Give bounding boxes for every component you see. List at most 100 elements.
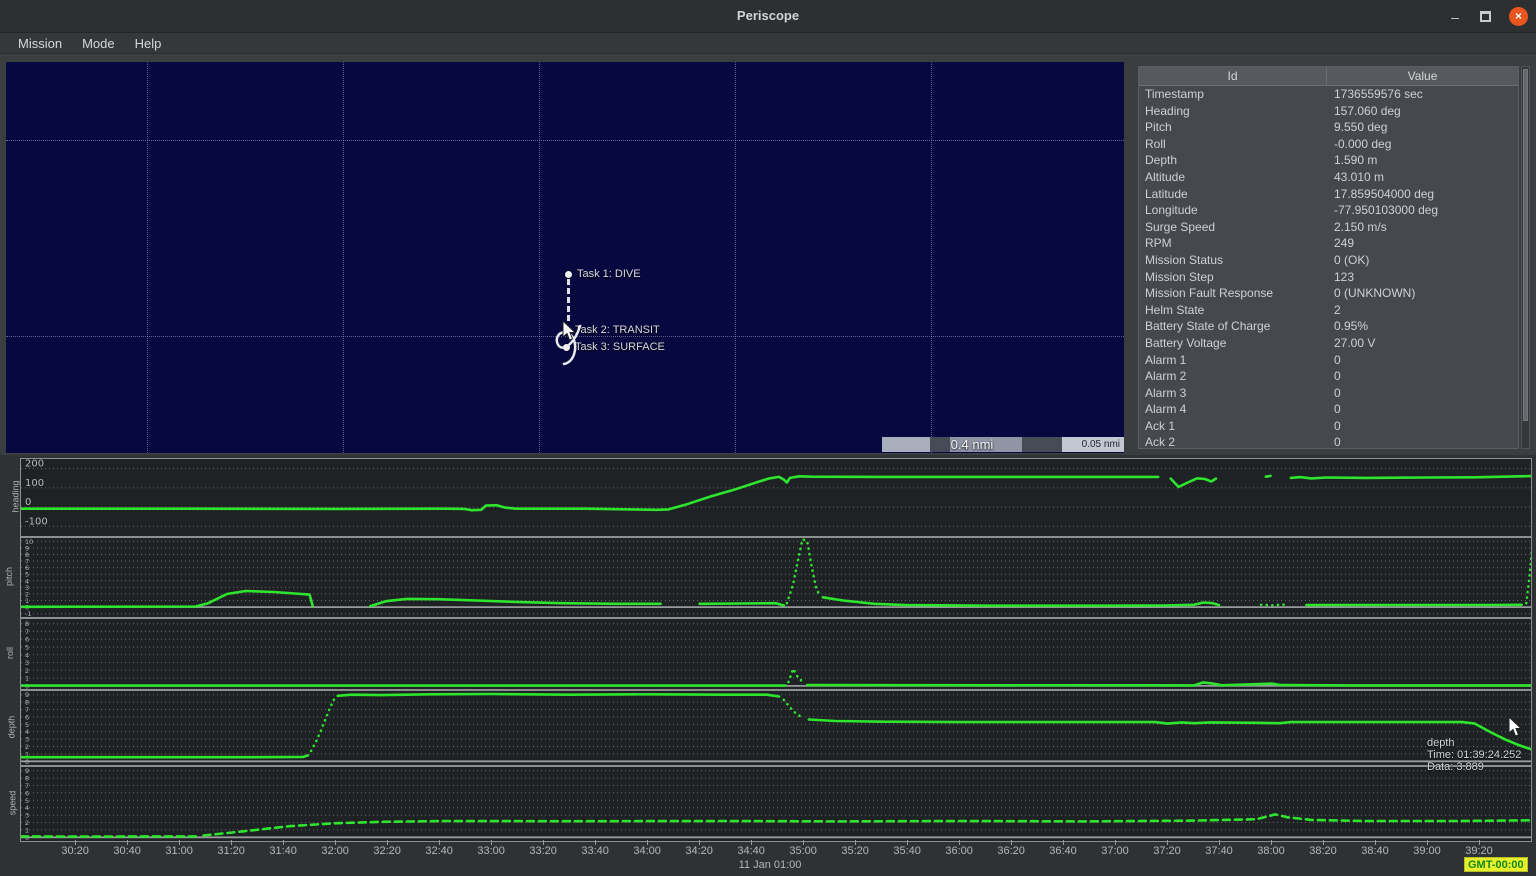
trace-segment: [202, 813, 1533, 837]
y-tick-label: 0: [25, 497, 31, 508]
x-tick-label: 32:00: [321, 845, 349, 857]
table-row[interactable]: Mission Status 0 (OK): [1139, 252, 1518, 269]
row-value-cell: 2: [1334, 302, 1341, 317]
row-id-cell: Heading: [1145, 103, 1190, 118]
menu-mode[interactable]: Mode: [72, 36, 125, 51]
plot-roll[interactable]: 876543210: [19, 618, 1533, 690]
table-row[interactable]: Altitude 43.010 m: [1139, 169, 1518, 186]
x-tick-label: 38:00: [1257, 845, 1285, 857]
table-row[interactable]: Ack 1 0: [1139, 418, 1518, 435]
table-row[interactable]: Battery State of Charge 0.95%: [1139, 318, 1518, 335]
table-row[interactable]: Roll -0.000 deg: [1139, 136, 1518, 153]
table-row[interactable]: Heading 157.060 deg: [1139, 103, 1518, 120]
trace-segment: [787, 667, 806, 685]
row-value-cell: 0 (UNKNOWN): [1334, 286, 1416, 301]
x-tick-label: 35:20: [841, 845, 869, 857]
trace-segment: [805, 681, 1533, 687]
row-id-cell: Alarm 3: [1145, 385, 1187, 400]
table-row[interactable]: Ack 2 0: [1139, 434, 1518, 448]
trace-segment: [369, 597, 662, 608]
column-header-value[interactable]: Value: [1327, 67, 1518, 85]
y-tick-label: 100: [25, 478, 44, 489]
x-tick-label: 37:00: [1101, 845, 1129, 857]
row-id-cell: Battery Voltage: [1145, 335, 1227, 350]
x-tick-label: 31:40: [269, 845, 297, 857]
y-tick-label: 200: [25, 459, 44, 470]
table-row[interactable]: Helm State 2: [1139, 302, 1518, 319]
table-row[interactable]: Alarm 1 0: [1139, 352, 1518, 369]
ylabel-pitch: pitch: [4, 566, 15, 587]
menu-bar: Mission Mode Help: [0, 33, 1536, 54]
table-row[interactable]: RPM 249: [1139, 235, 1518, 252]
plot-depth[interactable]: 9876543210: [19, 690, 1534, 766]
time-axis: 11 Jan 01:00 30:20 30:40 31:00 31:20 31:40 32…: [0, 840, 1536, 876]
telemetry-table[interactable]: Id Value Timestamp 1736559576 sec Heading 1…: [1138, 66, 1519, 449]
x-tick-label: 38:20: [1309, 845, 1337, 857]
y-tick-label: 7: [25, 628, 29, 636]
task-connector-line: [567, 279, 570, 321]
ylabel-speed: speed: [7, 790, 18, 816]
x-tick-label: 31:00: [165, 845, 193, 857]
table-row[interactable]: Mission Fault Response 0 (UNKNOWN): [1139, 285, 1518, 302]
task-marker-dive[interactable]: Task 1: DIVE: [565, 268, 641, 280]
table-row[interactable]: Longitude -77.950103000 deg: [1139, 202, 1518, 219]
row-id-cell: Longitude: [1145, 203, 1198, 218]
trace-segment: [19, 754, 310, 759]
x-tick-label: 33:40: [581, 845, 609, 857]
title-bar: Periscope – ×: [0, 0, 1536, 33]
row-value-cell: 1.590 m: [1334, 153, 1378, 168]
x-tick-label: 31:20: [217, 845, 245, 857]
x-tick-label: 39:20: [1465, 845, 1493, 857]
table-row[interactable]: Alarm 3 0: [1139, 385, 1518, 402]
map-gridline: [931, 62, 932, 453]
table-row[interactable]: Surge Speed 2.150 m/s: [1139, 219, 1518, 236]
table-row[interactable]: Timestamp 1736559576 sec: [1139, 86, 1518, 103]
table-row[interactable]: Pitch 9.550 deg: [1139, 119, 1518, 136]
menu-mission[interactable]: Mission: [8, 36, 72, 51]
close-button[interactable]: ×: [1509, 7, 1528, 26]
plot-heading[interactable]: 200 100 0 -100: [19, 458, 1533, 537]
scale-secondary-label: 0.05 nmi: [1081, 439, 1120, 450]
plot-pitch[interactable]: 10 9 8 7 6 5 4 3 2 1 0 -1: [19, 537, 1534, 618]
timezone-badge: GMT-00:00: [1464, 857, 1528, 872]
row-id-cell: Pitch: [1145, 120, 1172, 135]
x-tick-label: 39:00: [1413, 845, 1441, 857]
plot-speed[interactable]: 9876543210: [19, 766, 1533, 842]
table-row[interactable]: Alarm 2 0: [1139, 368, 1518, 385]
row-value-cell: 0: [1334, 385, 1341, 400]
trace-segment: [1525, 541, 1534, 605]
column-header-id[interactable]: Id: [1139, 67, 1327, 85]
x-tick-label: 32:20: [373, 845, 401, 857]
timeseries-area: heading pitch roll depth speed 200 100 0 -1…: [0, 455, 1536, 876]
row-id-cell: Mission Status: [1145, 252, 1224, 267]
ylabel-heading: heading: [10, 480, 21, 513]
row-id-cell: Roll: [1145, 136, 1166, 151]
plot-tooltip: depth Time: 01:39:24.252 Data: 3.889: [1427, 737, 1521, 773]
row-value-cell: 2.150 m/s: [1334, 219, 1387, 234]
table-row[interactable]: Depth 1.590 m: [1139, 152, 1518, 169]
mission-map[interactable]: Task 1: DIVE Task 2: TRANSIT Task 3: SUR…: [6, 62, 1124, 453]
table-row[interactable]: Mission Step 123: [1139, 269, 1518, 286]
row-value-cell: 157.060 deg: [1334, 103, 1401, 118]
date-label: 11 Jan 01:00: [738, 859, 802, 871]
trace-segment: [821, 595, 1221, 607]
row-value-cell: -77.950103000 deg: [1334, 203, 1439, 218]
row-value-cell: 0: [1334, 418, 1341, 433]
telemetry-scrollbar[interactable]: [1521, 66, 1530, 449]
trace-segment: [19, 474, 1160, 512]
table-row[interactable]: Battery Voltage 27.00 V: [1139, 335, 1518, 352]
row-value-cell: 0 (OK): [1334, 252, 1370, 267]
table-row[interactable]: Alarm 4 0: [1139, 401, 1518, 418]
ylabel-roll: roll: [4, 646, 15, 660]
x-tick-label: 35:40: [893, 845, 921, 857]
minimize-button[interactable]: –: [1448, 9, 1462, 25]
map-gridline: [735, 62, 736, 453]
row-value-cell: 9.550 deg: [1334, 120, 1388, 135]
table-row[interactable]: Latitude 17.859504000 deg: [1139, 186, 1518, 203]
ylabel-depth: depth: [6, 715, 17, 739]
x-tick-label: 34:00: [633, 845, 661, 857]
maximize-button[interactable]: [1480, 11, 1491, 22]
menu-help[interactable]: Help: [125, 36, 172, 51]
row-value-cell: 123: [1334, 269, 1355, 284]
scrollbar-thumb[interactable]: [1523, 69, 1528, 421]
